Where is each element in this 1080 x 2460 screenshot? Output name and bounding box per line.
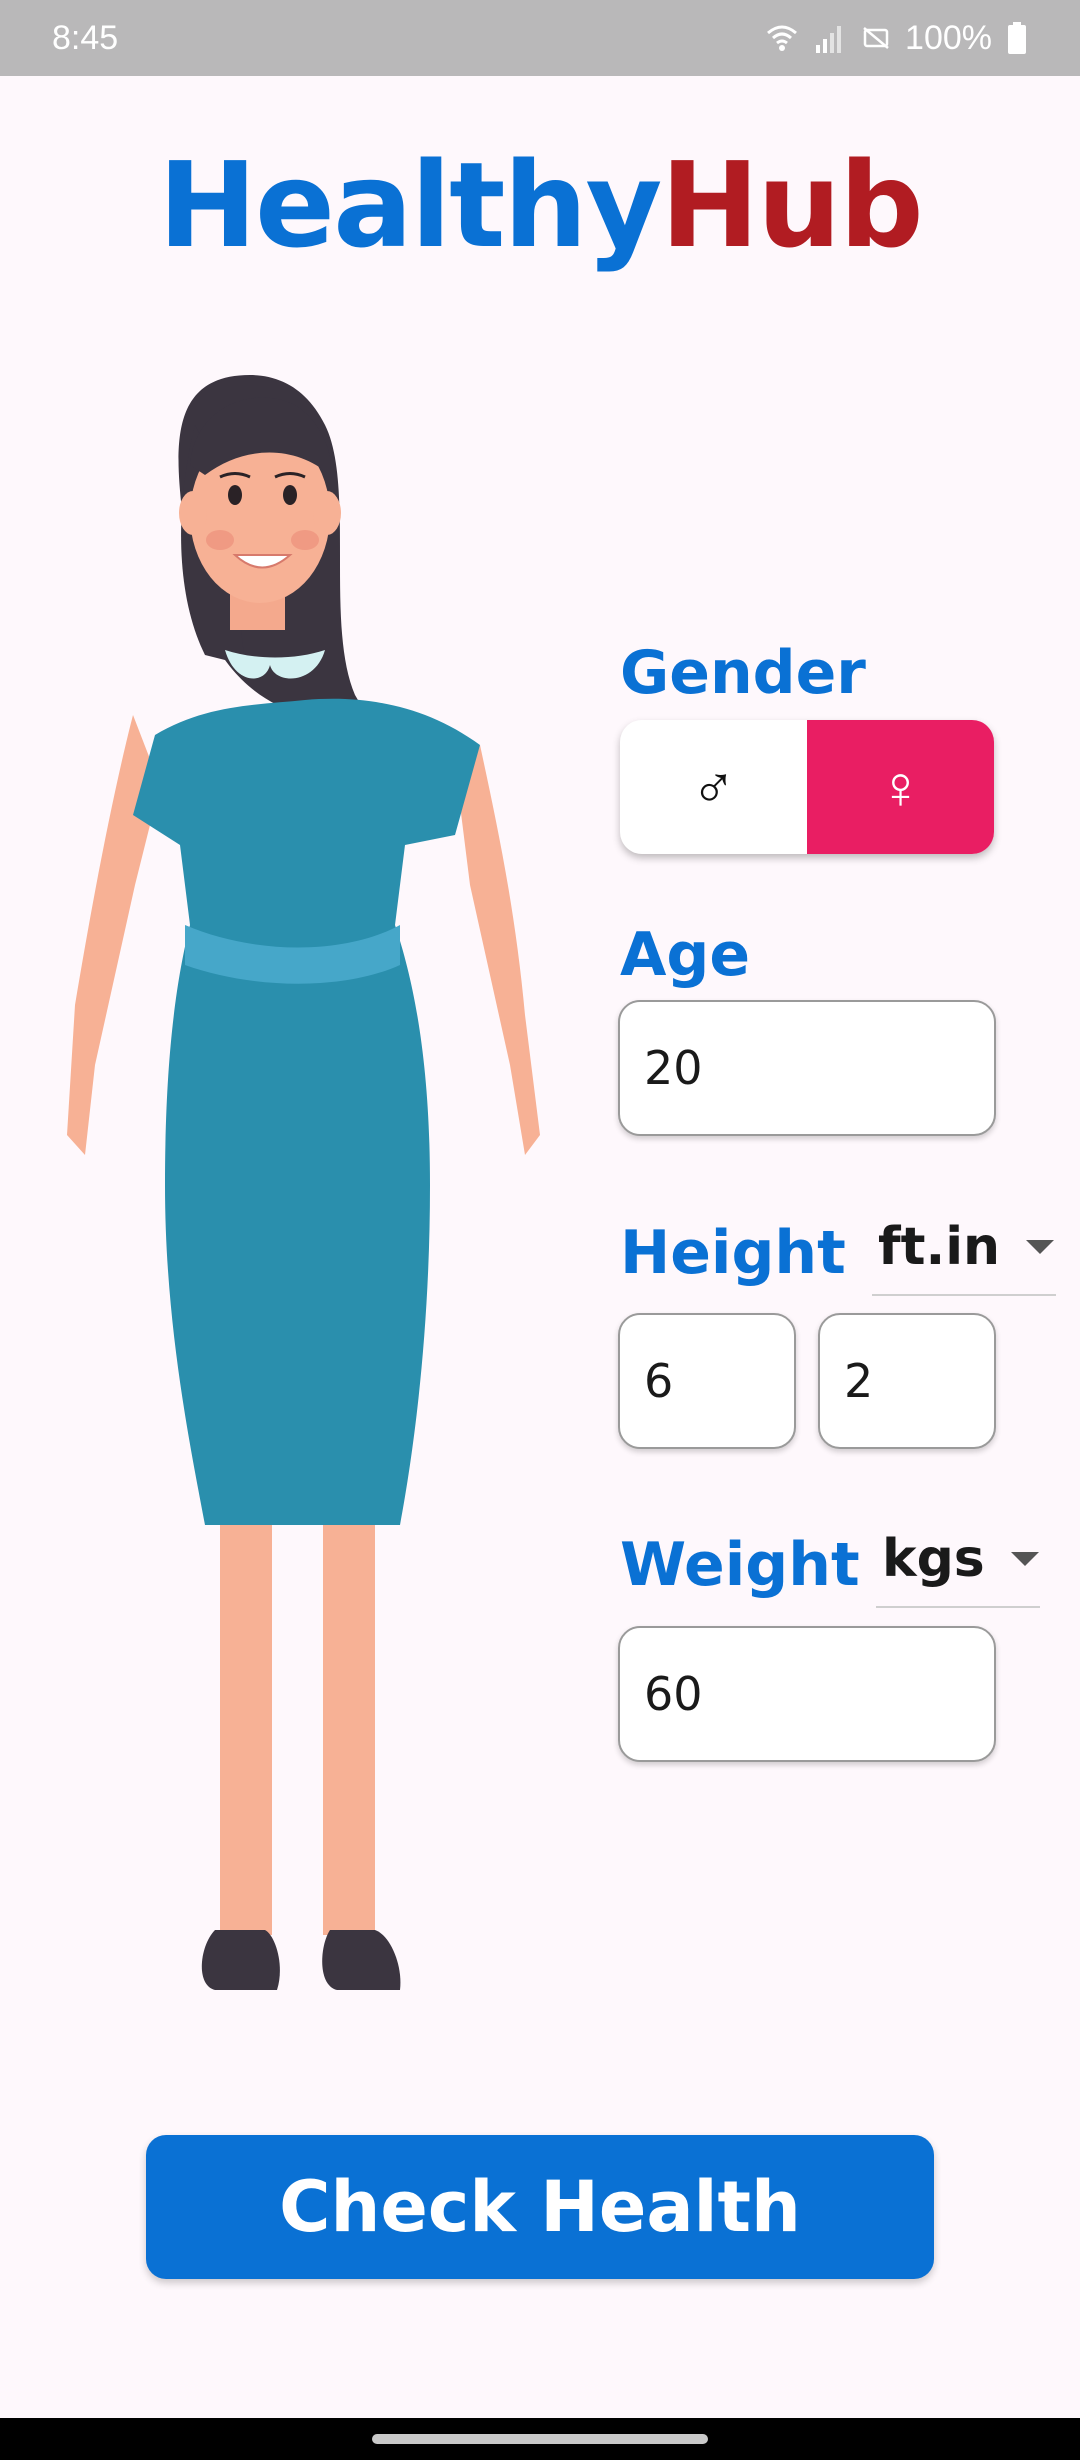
gender-toggle: ♂ ♀ — [620, 720, 994, 854]
height-inches-field[interactable] — [818, 1313, 996, 1449]
chevron-down-icon — [1026, 1240, 1055, 1254]
navigation-bar — [0, 2418, 1080, 2460]
male-icon: ♂ — [691, 753, 736, 821]
gender-male-button[interactable]: ♂ — [620, 720, 807, 854]
age-input[interactable] — [644, 1041, 994, 1095]
height-feet-field[interactable] — [618, 1313, 796, 1449]
app-title-hub: Hub — [660, 136, 923, 274]
height-inches-input[interactable] — [844, 1354, 994, 1408]
age-label: Age — [620, 920, 751, 990]
battery-icon — [1006, 21, 1028, 55]
weight-unit-value: kgs — [882, 1529, 985, 1589]
signal-icon — [813, 21, 847, 55]
app-title-healthy: Healthy — [158, 136, 662, 274]
height-unit-value: ft.in — [878, 1217, 1001, 1277]
app-title: HealthyHub — [0, 130, 1080, 280]
height-feet-input[interactable] — [644, 1354, 794, 1408]
no-sim-icon — [861, 23, 891, 53]
weight-label: Weight — [620, 1530, 860, 1600]
age-field[interactable] — [618, 1000, 996, 1136]
gender-label: Gender — [620, 638, 866, 708]
height-label: Height — [620, 1218, 846, 1288]
weight-field[interactable] — [618, 1626, 996, 1762]
female-icon: ♀ — [878, 753, 923, 821]
gender-female-button[interactable]: ♀ — [807, 720, 994, 854]
female-figure-illustration — [55, 365, 565, 2025]
status-time: 8:45 — [52, 18, 119, 57]
wifi-icon — [765, 21, 799, 55]
status-bar: 8:45 100% — [0, 0, 1080, 76]
status-icons: 100% — [765, 19, 1028, 58]
weight-unit-dropdown[interactable]: kgs — [876, 1512, 1040, 1608]
battery-percent: 100% — [905, 18, 992, 57]
chevron-down-icon — [1010, 1552, 1039, 1566]
height-unit-dropdown[interactable]: ft.in — [872, 1200, 1056, 1296]
home-gesture-handle[interactable] — [372, 2434, 708, 2444]
check-health-button[interactable]: Check Health — [146, 2135, 934, 2279]
weight-input[interactable] — [644, 1667, 994, 1721]
